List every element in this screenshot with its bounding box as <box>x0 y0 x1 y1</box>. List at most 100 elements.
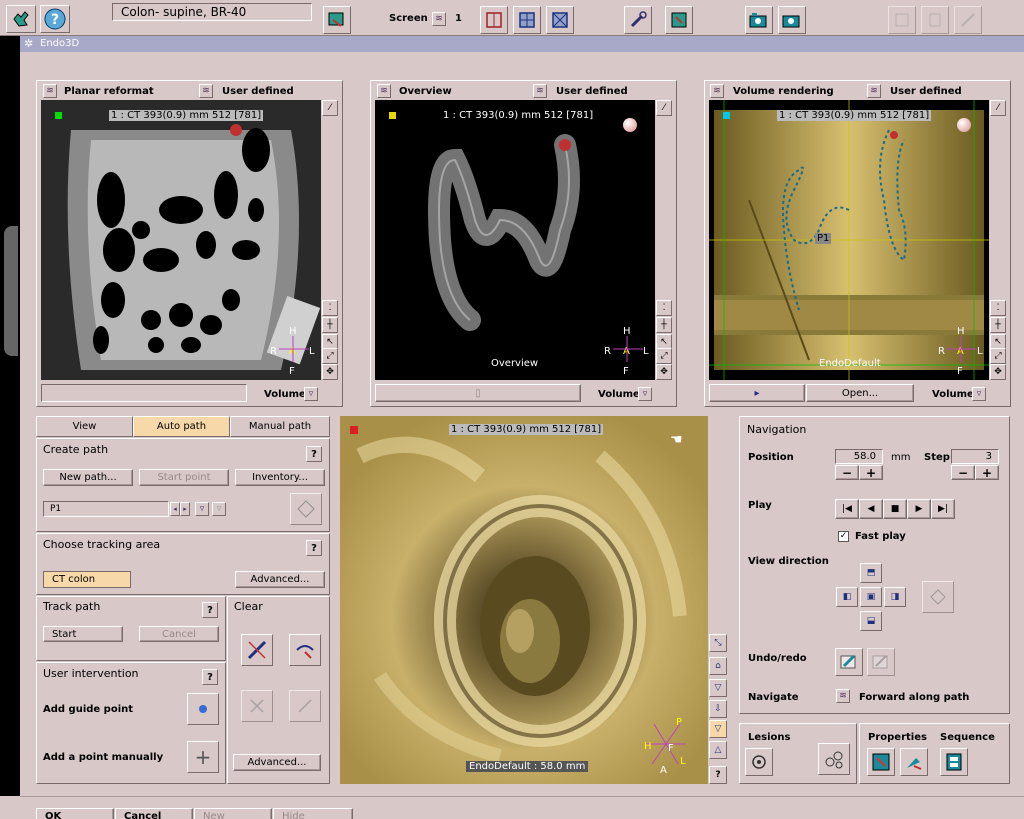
path-prev-icon[interactable]: ◂ <box>170 502 180 516</box>
sequence-film-icon[interactable] <box>940 748 968 776</box>
view1-preset-menu-icon[interactable]: ≋ <box>199 84 213 98</box>
endo-up-icon[interactable]: △ <box>709 741 727 759</box>
view1-crosshair-icon[interactable]: ┼ <box>322 317 338 333</box>
endo-home-icon[interactable]: ⌂ <box>709 657 727 675</box>
lesion-multi-icon[interactable] <box>818 743 850 775</box>
tracking-help-icon[interactable]: ? <box>306 540 322 556</box>
view3-play-button[interactable]: ▸ <box>709 384 805 402</box>
path-next-icon[interactable]: ▸ <box>180 502 190 516</box>
view2-status-button[interactable]: ▯ <box>375 384 581 402</box>
endo-help-icon[interactable]: ? <box>709 766 727 784</box>
user-intervention-help-icon[interactable]: ? <box>202 669 218 685</box>
layout-grid-icon[interactable] <box>513 6 541 34</box>
view3-volume-menu-icon[interactable]: ▿ <box>972 387 986 401</box>
play-back-button[interactable]: ◀ <box>859 499 883 519</box>
path-diamond-icon[interactable] <box>290 493 322 525</box>
cancel-button[interactable]: Cancel <box>115 808 193 819</box>
view3-type-menu-icon[interactable]: ≋ <box>710 84 724 98</box>
hand-pointer-icon[interactable] <box>6 5 36 33</box>
view2-image[interactable]: 1 : CT 393(0.9) mm 512 [781] Overview H … <box>375 100 655 380</box>
track-start-button[interactable]: Start <box>43 626 123 642</box>
intervention-advanced-button[interactable]: Advanced... <box>233 754 321 771</box>
view3-preset-menu-icon[interactable]: ≋ <box>867 84 881 98</box>
view2-zoom-icon[interactable]: ⤢ <box>656 348 672 364</box>
path-select-field[interactable]: P1 <box>43 501 169 517</box>
play-first-button[interactable]: |◀ <box>835 499 859 519</box>
step-input[interactable]: 3 <box>951 449 999 464</box>
view1-zoom-icon[interactable]: ⤢ <box>322 348 338 364</box>
view1-pin-icon[interactable]: ⁄ <box>322 100 338 116</box>
inventory-button[interactable]: Inventory... <box>235 469 325 486</box>
endo-view[interactable]: 1 : CT 393(0.9) mm 512 [781] ☚ EndoDefau… <box>340 416 708 784</box>
view-dir-right-icon[interactable]: ◨ <box>884 587 906 607</box>
undo-button[interactable] <box>835 648 863 676</box>
view3-open-button[interactable]: Open... <box>806 384 914 402</box>
layout-cross-icon[interactable] <box>546 6 574 34</box>
print-icon[interactable] <box>888 6 916 34</box>
clear-point-icon[interactable] <box>241 690 273 722</box>
help-icon[interactable]: ? <box>40 5 70 33</box>
new-path-button[interactable]: New path... <box>43 469 133 486</box>
screen-select-icon[interactable]: ≋ <box>432 12 446 26</box>
endo-flip-icon[interactable]: ▽ <box>709 720 727 738</box>
camera-icon[interactable] <box>778 6 806 34</box>
clear-guide-icon[interactable] <box>289 690 321 722</box>
add-point-manually-button[interactable]: + <box>187 741 219 773</box>
view2-sphere-icon[interactable] <box>623 118 637 132</box>
play-last-button[interactable]: ▶| <box>931 499 955 519</box>
properties-edit-icon[interactable] <box>900 748 928 776</box>
tab-auto-path[interactable]: Auto path <box>133 416 230 437</box>
tab-view[interactable]: View <box>36 416 133 437</box>
track-path-help-icon[interactable]: ? <box>202 602 218 618</box>
new-button[interactable]: New <box>194 808 272 819</box>
hide-button[interactable]: Hide <box>273 808 353 819</box>
endo-forward-icon[interactable]: ⇩ <box>709 700 727 718</box>
step-increment-button[interactable]: + <box>975 465 999 480</box>
ok-button[interactable]: OK <box>36 808 114 819</box>
navigate-menu-icon[interactable]: ≋ <box>836 689 850 703</box>
position-input[interactable]: 58.0 <box>835 449 883 464</box>
clear-path-icon[interactable] <box>241 634 273 666</box>
layout-split-icon[interactable] <box>480 6 508 34</box>
view3-zoom-icon[interactable]: ⤢ <box>990 348 1006 364</box>
view3-dots-icon[interactable]: ⁚ <box>990 300 1006 316</box>
create-path-help-icon[interactable]: ? <box>306 446 322 462</box>
endo-hand-icon[interactable]: ☚ <box>670 432 690 448</box>
view-dir-left-icon[interactable]: ◧ <box>836 587 858 607</box>
start-point-button[interactable]: Start point <box>139 469 229 486</box>
tab-manual-path[interactable]: Manual path <box>230 416 330 437</box>
position-increment-button[interactable]: + <box>859 465 883 480</box>
view3-pan-icon[interactable]: ✥ <box>990 364 1006 380</box>
view3-pin-icon[interactable]: ⁄ <box>990 100 1006 116</box>
clear-segment-icon[interactable] <box>289 634 321 666</box>
path-dropdown-alt-icon[interactable]: ▿ <box>212 502 226 516</box>
play-forward-button[interactable]: ▶ <box>907 499 931 519</box>
endo-down-icon[interactable]: ▽ <box>709 679 727 697</box>
view3-sphere-icon[interactable] <box>957 118 971 132</box>
lesion-single-icon[interactable] <box>745 748 773 776</box>
exit-icon[interactable] <box>954 6 982 34</box>
tools-icon[interactable] <box>624 6 652 34</box>
view2-dots-icon[interactable]: ⁚ <box>656 300 672 316</box>
step-decrement-button[interactable]: − <box>951 465 975 480</box>
view3-image[interactable]: 1 : CT 393(0.9) mm 512 [781] P1 EndoDefa… <box>709 100 989 380</box>
view1-volume-menu-icon[interactable]: ▿ <box>304 387 318 401</box>
view-dir-up-icon[interactable]: ⬒ <box>860 563 882 583</box>
view1-dots-icon[interactable]: ⁚ <box>322 300 338 316</box>
window-menu-icon[interactable]: ✲ <box>24 38 36 50</box>
view1-type-menu-icon[interactable]: ≋ <box>43 84 57 98</box>
fast-play-checkbox[interactable]: ✓ <box>838 531 849 542</box>
view3-crosshair-icon[interactable]: ┼ <box>990 317 1006 333</box>
view2-preset-menu-icon[interactable]: ≋ <box>533 84 547 98</box>
view2-crosshair-icon[interactable]: ┼ <box>656 317 672 333</box>
play-stop-button[interactable]: ■ <box>883 499 907 519</box>
view-dir-center-icon[interactable]: ▣ <box>860 587 882 607</box>
camera-series-icon[interactable] <box>745 6 773 34</box>
endo-zoom-icon[interactable]: ⤡ <box>709 634 727 652</box>
patient-icon[interactable] <box>665 6 693 34</box>
view2-pin-icon[interactable]: ⁄ <box>656 100 672 116</box>
view-dir-down-icon[interactable]: ⬓ <box>860 611 882 631</box>
view2-volume-menu-icon[interactable]: ▿ <box>638 387 652 401</box>
add-guide-point-button[interactable] <box>187 693 219 725</box>
tracking-advanced-button[interactable]: Advanced... <box>235 571 325 588</box>
